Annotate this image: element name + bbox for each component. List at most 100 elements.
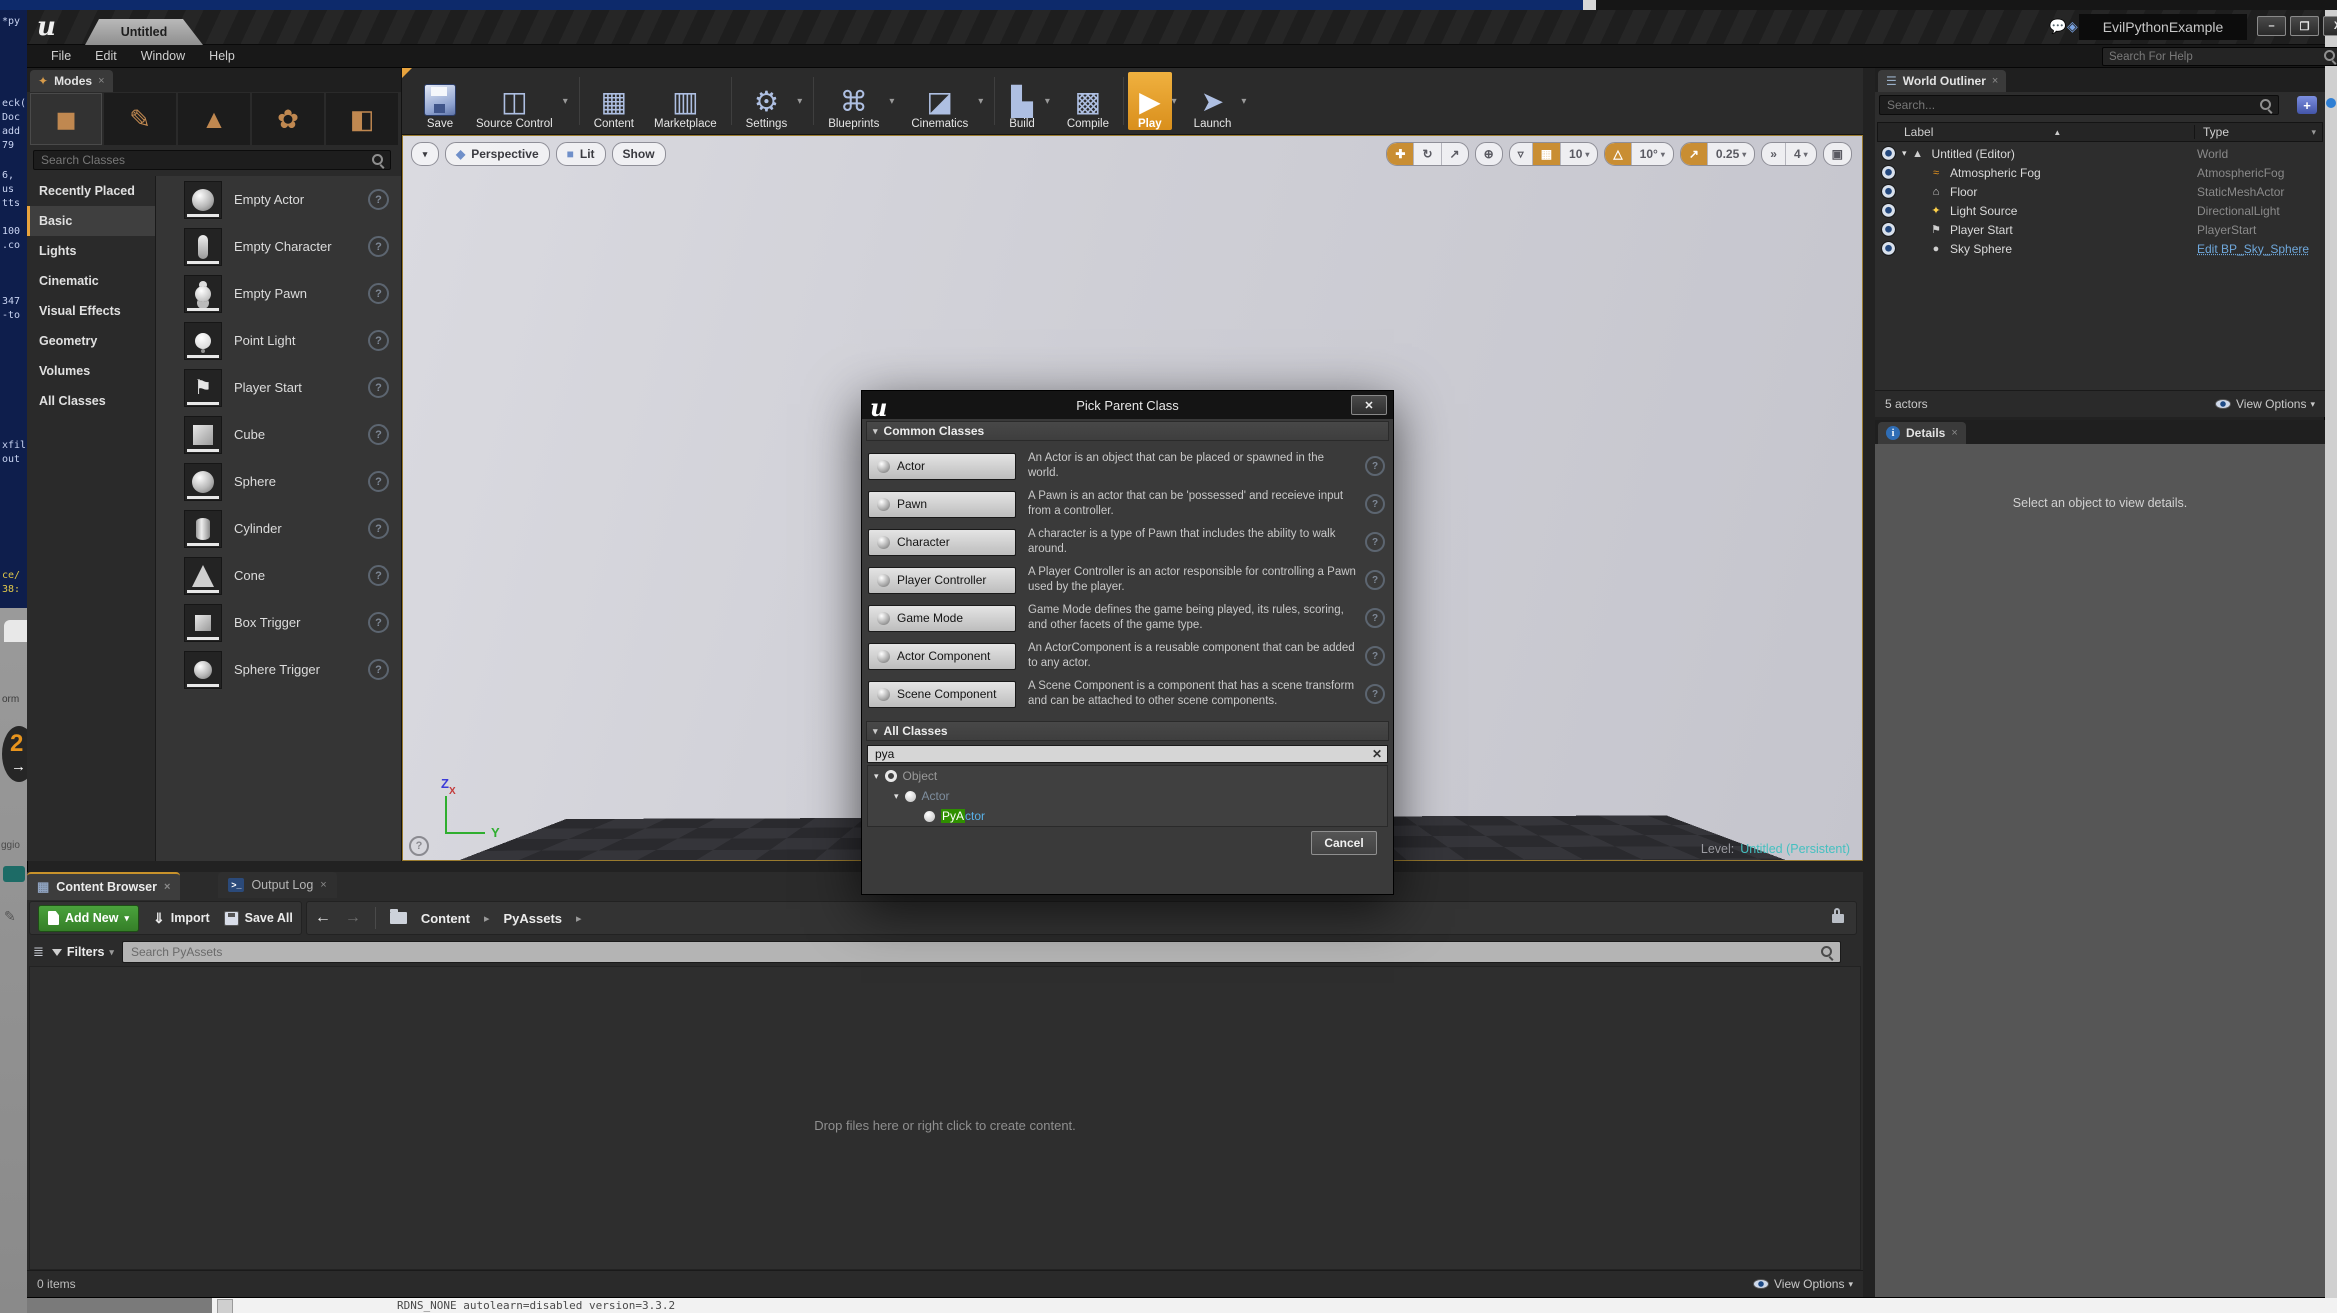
type-column-header[interactable]: Type — [2194, 125, 2322, 139]
menu-window[interactable]: Window — [141, 49, 185, 63]
modes-tab[interactable]: ✦ Modes — [30, 70, 113, 92]
expander-icon[interactable] — [894, 791, 899, 802]
grid-snap-toggle[interactable]: ▦ — [1532, 143, 1562, 165]
marketplace-button[interactable]: ▥ Marketplace — [644, 72, 727, 131]
source-control-button[interactable]: ◫ Source Control — [466, 72, 563, 131]
compile-button[interactable]: ▩ Compile — [1057, 72, 1119, 131]
expander-icon[interactable] — [874, 771, 879, 782]
maximize-button[interactable]: ❐ — [2290, 16, 2319, 36]
help-icon[interactable]: ? — [368, 471, 389, 492]
place-item-sphere[interactable]: Sphere ? — [156, 458, 401, 505]
dialog-close-button[interactable] — [1351, 395, 1387, 415]
help-icon[interactable]: ? — [1365, 532, 1385, 552]
player-controller-class-button[interactable]: Player Controller — [868, 566, 1016, 594]
asset-search-input[interactable] — [128, 944, 1821, 960]
show-button[interactable]: Show — [611, 142, 666, 166]
content-browser-tab[interactable]: ▦ Content Browser — [27, 872, 181, 900]
visibility-eye-icon[interactable] — [1881, 222, 1896, 237]
visibility-eye-icon[interactable] — [1881, 165, 1896, 180]
perspective-button[interactable]: ◆ Perspective — [445, 142, 550, 166]
back-button[interactable]: ← — [315, 909, 331, 927]
category-cinematic[interactable]: Cinematic — [27, 266, 155, 296]
add-new-button[interactable]: Add New ▾ — [38, 904, 140, 932]
breadcrumb-pyassets[interactable]: PyAssets — [503, 911, 562, 926]
viewport-help-icon[interactable]: ? — [409, 836, 429, 856]
help-icon[interactable]: ? — [1365, 608, 1385, 628]
rotation-snap-toggle[interactable]: △ — [1605, 143, 1632, 165]
close-icon[interactable] — [1951, 427, 1957, 439]
place-item-cone[interactable]: Cone ? — [156, 552, 401, 599]
label-column-header[interactable]: Label — [1878, 125, 2194, 139]
close-icon[interactable] — [1992, 75, 1998, 87]
outliner-row-light-source[interactable]: ✦ Light Source DirectionalLight — [1877, 201, 2323, 220]
category-volumes[interactable]: Volumes — [27, 356, 155, 386]
feedback-icon[interactable]: 💬 — [2049, 18, 2066, 35]
forward-button[interactable]: → — [345, 909, 361, 927]
foliage-mode-button[interactable]: ✿ — [252, 93, 324, 145]
place-item-point-light[interactable]: Point Light ? — [156, 317, 401, 364]
blueprints-button[interactable]: ⌘ Blueprints — [818, 72, 889, 131]
place-item-empty-actor[interactable]: Empty Actor ? — [156, 176, 401, 223]
place-item-player-start[interactable]: ⚑ Player Start ? — [156, 364, 401, 411]
details-tab[interactable]: i Details — [1878, 422, 1966, 444]
help-icon[interactable]: ? — [1365, 684, 1385, 704]
expander-icon[interactable] — [1902, 148, 1907, 159]
place-item-sphere-trigger[interactable]: Sphere Trigger ? — [156, 646, 401, 693]
help-icon[interactable]: ? — [368, 189, 389, 210]
landscape-mode-button[interactable]: ▲ — [178, 93, 250, 145]
category-recently-placed[interactable]: Recently Placed — [27, 176, 155, 206]
actor-component-class-button[interactable]: Actor Component — [868, 642, 1016, 670]
cinematics-dropdown[interactable] — [978, 96, 990, 107]
tree-node-object[interactable]: Object — [868, 766, 1387, 786]
world-outliner-tab[interactable]: ☰ World Outliner — [1878, 70, 2007, 92]
menu-file[interactable]: File — [51, 49, 71, 63]
launch-dropdown[interactable] — [1241, 96, 1253, 107]
settings-dropdown[interactable] — [797, 96, 809, 107]
add-actor-icon[interactable]: + — [2297, 96, 2317, 114]
outliner-row-player-start[interactable]: ⚑ Player Start PlayerStart — [1877, 220, 2323, 239]
outliner-row-world[interactable]: ▲ Untitled (Editor) World — [1877, 144, 2323, 163]
category-geometry[interactable]: Geometry — [27, 326, 155, 356]
camera-speed-value[interactable]: 4 ▾ — [1786, 143, 1816, 165]
help-icon[interactable]: ? — [368, 612, 389, 633]
menu-help[interactable]: Help — [209, 49, 235, 63]
close-icon[interactable] — [98, 75, 104, 87]
blueprints-dropdown[interactable] — [889, 96, 901, 107]
help-search-input[interactable] — [2107, 49, 2324, 64]
visibility-eye-icon[interactable] — [1881, 241, 1896, 256]
category-basic[interactable]: Basic — [27, 206, 155, 236]
visibility-eye-icon[interactable] — [1881, 203, 1896, 218]
build-button[interactable]: ▙ Build — [999, 72, 1045, 131]
help-icon[interactable]: ? — [368, 283, 389, 304]
outliner-search-input[interactable] — [1885, 97, 2260, 113]
sources-panel-toggle-icon[interactable]: ≣ — [33, 944, 44, 960]
world-local-toggle[interactable]: ⊕ — [1476, 143, 1502, 165]
title-bar[interactable]: u Untitled 💬 ◈ EvilPythonExample – ❐ X — [27, 10, 2337, 45]
tree-node-actor[interactable]: Actor — [868, 786, 1387, 806]
placement-mode-button[interactable]: ◼ — [30, 93, 102, 145]
filters-button[interactable]: Filters ▾ — [51, 945, 114, 959]
outliner-view-options[interactable]: View Options — [2214, 397, 2315, 411]
help-icon[interactable]: ? — [1365, 646, 1385, 666]
visibility-eye-icon[interactable] — [1881, 184, 1896, 199]
visibility-eye-icon[interactable] — [1881, 146, 1896, 161]
rotate-tool-button[interactable]: ↻ — [1414, 143, 1442, 165]
tree-node-pyactor[interactable]: PyActor — [868, 806, 1387, 826]
help-icon[interactable]: ? — [368, 518, 389, 539]
help-icon[interactable]: ? — [368, 565, 389, 586]
place-item-cylinder[interactable]: Cylinder ? — [156, 505, 401, 552]
save-all-button[interactable]: Save All — [223, 910, 293, 926]
lit-button[interactable]: ■ Lit — [555, 142, 606, 166]
class-search[interactable] — [867, 745, 1388, 763]
scene-component-class-button[interactable]: Scene Component — [868, 680, 1016, 708]
category-visual-effects[interactable]: Visual Effects — [27, 296, 155, 326]
close-icon[interactable] — [164, 881, 170, 893]
place-item-box-trigger[interactable]: Box Trigger ? — [156, 599, 401, 646]
output-log-tab[interactable]: >_ Output Log — [218, 872, 337, 898]
save-button[interactable]: Save — [414, 72, 466, 130]
help-icon[interactable]: ? — [1365, 456, 1385, 476]
character-class-button[interactable]: Character — [868, 528, 1016, 556]
viewport-options-dropdown[interactable]: ▾ — [411, 142, 439, 166]
scale-tool-button[interactable]: ↗ — [1442, 143, 1468, 165]
maximize-viewport-button[interactable]: ▣ — [1824, 143, 1851, 165]
